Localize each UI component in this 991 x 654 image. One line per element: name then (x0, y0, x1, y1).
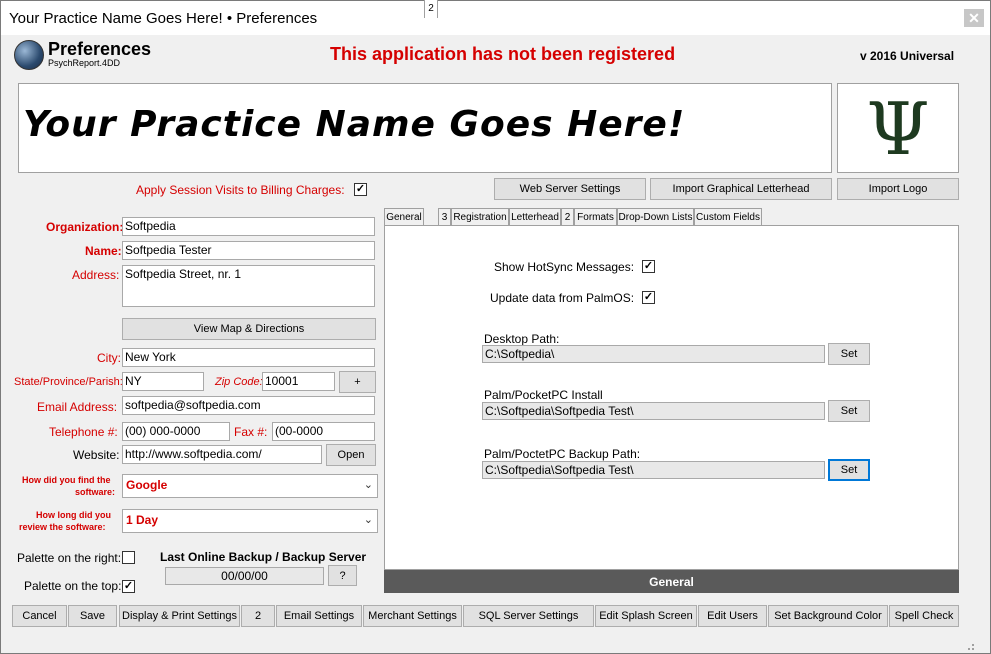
open-website-button[interactable]: Open (326, 444, 376, 466)
import-letterhead-button[interactable]: Import Graphical Letterhead (650, 178, 832, 200)
backup-path-field[interactable]: C:\Softpedia\Softpedia Test\ (482, 461, 825, 479)
psi-logo-icon: Ψ (866, 87, 930, 171)
email-field[interactable]: softpedia@softpedia.com (122, 396, 375, 415)
review-time-value: 1 Day (126, 513, 159, 527)
palmos-checkbox[interactable]: ✓ (642, 291, 655, 304)
tab-2[interactable]: 2 (424, 0, 438, 18)
found-software-select[interactable]: Google ⌄ (122, 474, 378, 498)
hotsync-label: Show HotSync Messages: (494, 260, 635, 274)
hotsync-checkbox[interactable]: ✓ (642, 260, 655, 273)
palette-right-label: Palette on the right: (17, 551, 122, 565)
billing-label: Apply Session Visits to Billing Charges: (136, 183, 345, 197)
desktop-path-label: Desktop Path: (484, 332, 560, 346)
install-path-label: Palm/PocketPC Install (484, 388, 603, 402)
name-label: Name: (85, 244, 122, 258)
palette-top-label: Palette on the top: (24, 579, 122, 593)
letterhead-preview: Your Practice Name Goes Here! (18, 83, 832, 173)
review-label-line2: review the software: (19, 522, 106, 532)
title-bar[interactable]: Your Practice Name Goes Here! • Preferen… (1, 1, 990, 35)
address-field[interactable]: Softpedia Street, nr. 1 (122, 265, 375, 307)
name-field[interactable]: Softpedia Tester (122, 241, 375, 260)
email-label: Email Address: (37, 400, 118, 414)
panel-footer: General (384, 570, 959, 593)
zip-lookup-button[interactable]: + (339, 371, 376, 393)
globe-logo-icon (14, 40, 44, 70)
install-path-field[interactable]: C:\Softpedia\Softpedia Test\ (482, 402, 825, 420)
review-time-select[interactable]: 1 Day ⌄ (122, 509, 378, 533)
desktop-set-button[interactable]: Set (828, 343, 870, 365)
telephone-field[interactable]: (00) 000-0000 (122, 422, 230, 441)
city-label: City: (97, 351, 121, 365)
website-field[interactable]: http://www.softpedia.com/ (122, 445, 322, 464)
found-label-line2: software: (75, 487, 116, 497)
billing-checkbox[interactable]: ✓ (354, 183, 367, 196)
tab-panel (384, 225, 959, 570)
sql-server-settings-button[interactable]: SQL Server Settings (463, 605, 594, 627)
install-set-button[interactable]: Set (828, 400, 870, 422)
tab-custom-fields[interactable]: Custom Fields (694, 208, 762, 226)
found-software-value: Google (126, 478, 168, 492)
palette-top-checkbox[interactable]: ✓ (122, 580, 135, 593)
email-settings-button[interactable]: Email Settings (276, 605, 362, 627)
tab-letterhead[interactable]: Letterhead (509, 208, 561, 226)
spell-check-button[interactable]: Spell Check (889, 605, 959, 627)
version-label: v 2016 Universal (860, 49, 955, 63)
state-field[interactable]: NY (122, 372, 204, 391)
address-label: Address: (72, 268, 120, 282)
backup-path-label: Palm/PoctetPC Backup Path: (484, 447, 641, 461)
telephone-label: Telephone #: (49, 425, 118, 439)
chevron-down-icon: ⌄ (363, 479, 373, 491)
window-title: Your Practice Name Goes Here! • Preferen… (9, 10, 318, 27)
edit-splash-screen-button[interactable]: Edit Splash Screen (595, 605, 697, 627)
tab-registration[interactable]: Registration (451, 208, 509, 226)
backup-set-button[interactable]: Set (828, 459, 870, 481)
import-logo-button[interactable]: Import Logo (837, 178, 959, 200)
tab-formats[interactable]: Formats (574, 208, 617, 226)
logo-preview: Ψ (837, 83, 959, 173)
backup-help-button[interactable]: ? (328, 565, 357, 586)
desktop-path-field[interactable]: C:\Softpedia\ (482, 345, 825, 363)
letterhead-text: Your Practice Name Goes Here! (23, 104, 686, 145)
city-field[interactable]: New York (122, 348, 375, 367)
found-label-line1: How did you find the (22, 475, 111, 485)
cancel-button[interactable]: Cancel (12, 605, 67, 627)
chevron-down-icon: ⌄ (363, 514, 373, 526)
organization-field[interactable]: Softpedia (122, 217, 375, 236)
web-server-settings-button[interactable]: Web Server Settings (494, 178, 646, 200)
tab-general[interactable]: General (384, 208, 424, 226)
backup-date-field: 00/00/00 (165, 567, 324, 585)
registration-notice: This application has not been registered (330, 44, 676, 64)
page-title: Preferences (48, 39, 152, 59)
database-name: PsychReport.4DD (48, 58, 121, 68)
zip-label: Zip Code: (215, 376, 263, 388)
close-icon[interactable]: ✕ (964, 9, 984, 27)
review-label-line1: How long did you (36, 510, 111, 520)
zip-field[interactable]: 10001 (262, 372, 335, 391)
tab-drop-down-lists[interactable]: Drop-Down Lists (617, 208, 694, 226)
view-map-button[interactable]: View Map & Directions (122, 318, 376, 340)
palette-right-checkbox[interactable] (122, 551, 135, 564)
merchant-settings-button[interactable]: Merchant Settings (363, 605, 462, 627)
tab-3[interactable]: 3 (438, 208, 451, 226)
page-2-button[interactable]: 2 (241, 605, 275, 627)
resize-grip-icon[interactable] (962, 640, 976, 652)
fax-label: Fax #: (234, 425, 268, 439)
set-background-color-button[interactable]: Set Background Color (768, 605, 888, 627)
organization-label: Organization: (46, 220, 124, 234)
backup-title: Last Online Backup / Backup Server (160, 550, 367, 564)
palmos-label: Update data from PalmOS: (490, 291, 635, 305)
save-button[interactable]: Save (68, 605, 117, 627)
website-label: Website: (73, 448, 120, 462)
tab-letterhead-2[interactable]: 2 (561, 208, 574, 226)
state-label: State/Province/Parish: (14, 376, 123, 388)
display-print-settings-button[interactable]: Display & Print Settings (119, 605, 240, 627)
fax-field[interactable]: (00-0000 (272, 422, 375, 441)
edit-users-button[interactable]: Edit Users (698, 605, 767, 627)
